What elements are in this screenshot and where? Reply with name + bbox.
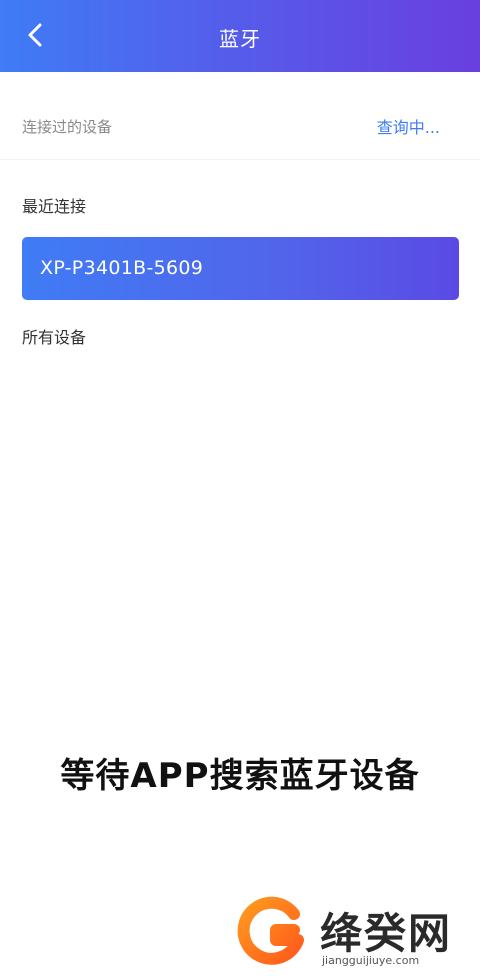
nav-bar: 蓝牙 [0, 0, 480, 72]
recent-device-card[interactable]: XP-P3401B-5609 [22, 237, 459, 300]
all-devices-label: 所有设备 [22, 328, 87, 347]
watermark-logo-icon [237, 896, 304, 965]
watermark: 绛癸网 jiangguijiuye.com [236, 894, 480, 978]
watermark-url: jiangguijiuye.com [322, 954, 420, 967]
overlay-caption: 等待APP搜索蓝牙设备 [60, 756, 420, 796]
page-title: 蓝牙 [219, 27, 261, 51]
bluetooth-page: 蓝牙 连接过的设备 查询中... 最近连接 XP-P3401B-5609 所有设… [0, 0, 480, 978]
watermark-name: 绛癸网 [320, 909, 453, 958]
query-status-link[interactable]: 查询中... [377, 114, 440, 138]
connected-devices-row: 连接过的设备 查询中... [0, 92, 480, 160]
recent-connection-label: 最近连接 [22, 197, 87, 216]
connected-devices-label: 连接过的设备 [22, 118, 113, 136]
device-name: XP-P3401B-5609 [40, 257, 204, 279]
